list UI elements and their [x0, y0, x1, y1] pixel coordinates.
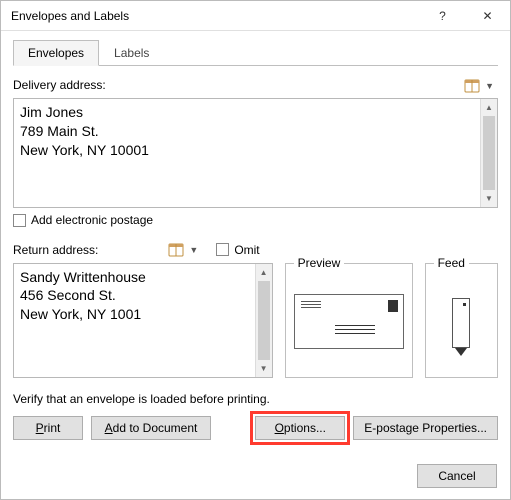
epostage-button-label: E-postage Properties...	[364, 421, 487, 435]
bottom-button-row: Cancel	[417, 464, 497, 488]
dialog-content: Envelopes Labels Delivery address: ▼ Jim…	[1, 31, 510, 452]
delivery-address-box: Jim Jones 789 Main St. New York, NY 1000…	[13, 98, 498, 208]
cancel-button-label: Cancel	[438, 469, 475, 483]
addressbook-icon	[464, 79, 480, 93]
chevron-down-icon: ▼	[485, 81, 494, 91]
delivery-scrollbar[interactable]: ▲ ▼	[480, 99, 497, 207]
delivery-label: Delivery address:	[13, 78, 106, 92]
electronic-postage-label: Add electronic postage	[31, 213, 153, 227]
verify-text: Verify that an envelope is loaded before…	[13, 392, 498, 406]
return-label: Return address:	[13, 243, 98, 257]
addressbook-icon	[168, 243, 184, 257]
chevron-down-icon: ▼	[189, 245, 198, 255]
scroll-up-icon[interactable]: ▲	[256, 264, 272, 281]
help-button[interactable]: ?	[420, 1, 465, 31]
envelope-preview-icon	[294, 294, 404, 349]
checkbox-box	[13, 214, 26, 227]
tab-envelopes-label: Envelopes	[28, 46, 84, 60]
omit-checkbox[interactable]: Omit	[216, 243, 259, 257]
close-button[interactable]: ✕	[465, 1, 510, 31]
return-addressbook-dropdown[interactable]: ▼	[164, 240, 202, 260]
omit-label: Omit	[234, 243, 259, 257]
mid-row: Sandy Writtenhouse 456 Second St. New Yo…	[13, 263, 498, 378]
checkbox-box	[216, 243, 229, 256]
return-header-row: Return address: ▼ Omit	[13, 240, 498, 260]
tab-envelopes[interactable]: Envelopes	[13, 40, 99, 66]
feed-panel[interactable]: Feed	[425, 263, 498, 378]
feed-direction-icon	[452, 298, 470, 348]
options-button-label: Options...	[275, 421, 326, 435]
tab-labels-label: Labels	[114, 46, 149, 60]
options-button[interactable]: Options...	[255, 416, 345, 440]
button-row: Print Add to Document Options... E-posta…	[13, 416, 498, 440]
electronic-postage-checkbox[interactable]: Add electronic postage	[13, 213, 153, 227]
scroll-down-icon[interactable]: ▼	[256, 360, 272, 377]
delivery-address-input[interactable]: Jim Jones 789 Main St. New York, NY 1000…	[14, 99, 480, 207]
cancel-button[interactable]: Cancel	[417, 464, 497, 488]
delivery-header-row: Delivery address: ▼	[13, 76, 498, 96]
window-title: Envelopes and Labels	[11, 9, 420, 23]
preview-panel[interactable]: Preview	[285, 263, 413, 378]
print-button-label: Print	[36, 421, 61, 435]
epostage-properties-button[interactable]: E-postage Properties...	[353, 416, 498, 440]
scroll-thumb[interactable]	[483, 116, 495, 190]
tab-strip: Envelopes Labels	[13, 39, 498, 66]
return-scrollbar[interactable]: ▲ ▼	[255, 264, 272, 377]
title-bar: Envelopes and Labels ? ✕	[1, 1, 510, 31]
add-to-document-button[interactable]: Add to Document	[91, 416, 211, 440]
scroll-up-icon[interactable]: ▲	[481, 99, 497, 116]
add-to-document-label: Add to Document	[105, 421, 198, 435]
delivery-addressbook-dropdown[interactable]: ▼	[460, 76, 498, 96]
scroll-thumb[interactable]	[258, 281, 270, 360]
return-address-input[interactable]: Sandy Writtenhouse 456 Second St. New Yo…	[14, 264, 255, 377]
scroll-down-icon[interactable]: ▼	[481, 190, 497, 207]
feed-label: Feed	[434, 256, 469, 270]
print-button[interactable]: Print	[13, 416, 83, 440]
return-address-box: Sandy Writtenhouse 456 Second St. New Yo…	[13, 263, 273, 378]
preview-label: Preview	[294, 256, 345, 270]
tab-labels[interactable]: Labels	[99, 40, 164, 66]
